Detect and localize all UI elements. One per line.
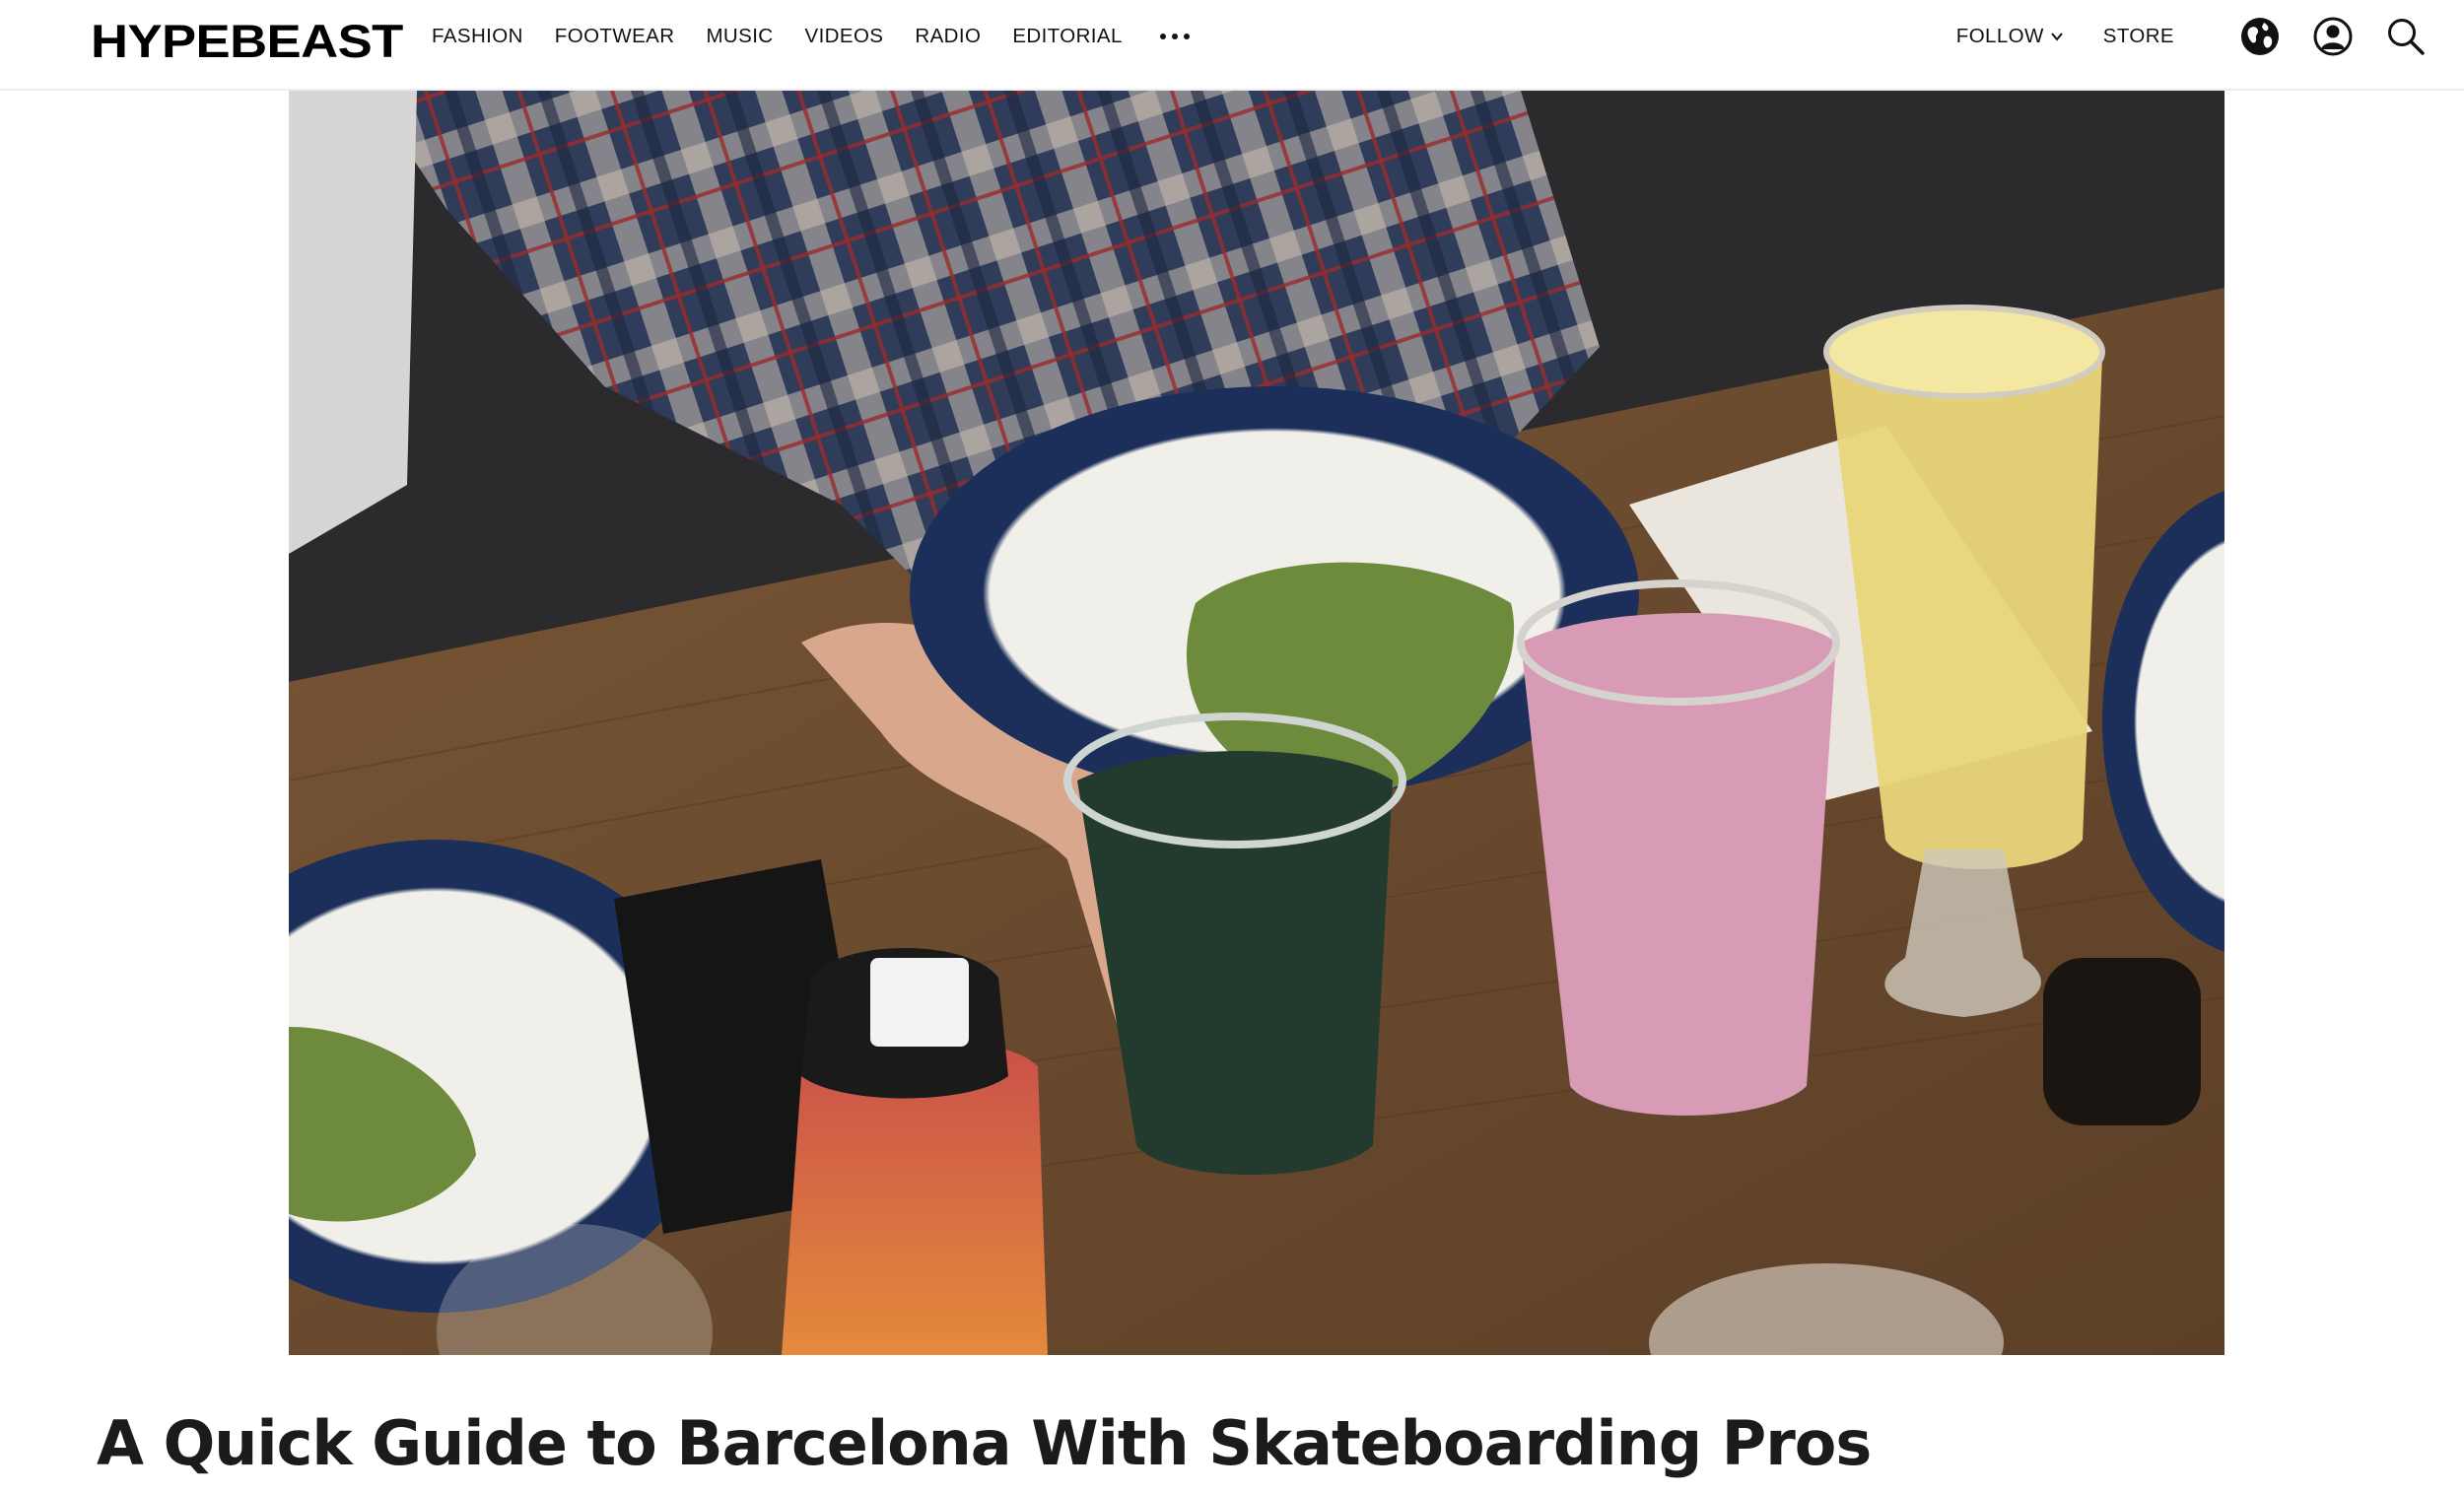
nav-item-editorial[interactable]: EDITORIAL — [1012, 25, 1122, 48]
nav-item-fashion[interactable]: FASHION — [432, 25, 523, 48]
follow-dropdown[interactable]: FOLLOW — [1956, 25, 2064, 48]
store-link[interactable]: STORE — [2103, 25, 2174, 48]
site-logo[interactable]: HYPEBEAST — [91, 14, 403, 68]
hero-photo-illustration — [289, 91, 2224, 1355]
chevron-down-icon — [2050, 33, 2063, 41]
search-icon[interactable] — [2385, 16, 2427, 57]
user-icon[interactable] — [2312, 16, 2354, 57]
nav-item-radio[interactable]: RADIO — [915, 25, 981, 48]
follow-label: FOLLOW — [1955, 25, 2044, 47]
nav-item-videos[interactable]: VIDEOS — [805, 25, 884, 48]
header-actions: FOLLOW STORE — [1956, 0, 2427, 73]
top-navigation-bar: HYPEBEAST FASHION FOOTWEAR MUSIC VIDEOS … — [0, 0, 2464, 91]
nav-item-footwear[interactable]: FOOTWEAR — [555, 25, 675, 48]
globe-icon[interactable] — [2239, 16, 2281, 57]
article-title: A Quick Guide to Barcelona With Skateboa… — [97, 1407, 1872, 1479]
nav-item-music[interactable]: MUSIC — [706, 25, 773, 48]
ellipsis-icon[interactable] — [1159, 34, 1190, 39]
main-nav: FASHION FOOTWEAR MUSIC VIDEOS RADIO EDIT… — [432, 0, 1190, 73]
hero-image — [289, 91, 2224, 1355]
